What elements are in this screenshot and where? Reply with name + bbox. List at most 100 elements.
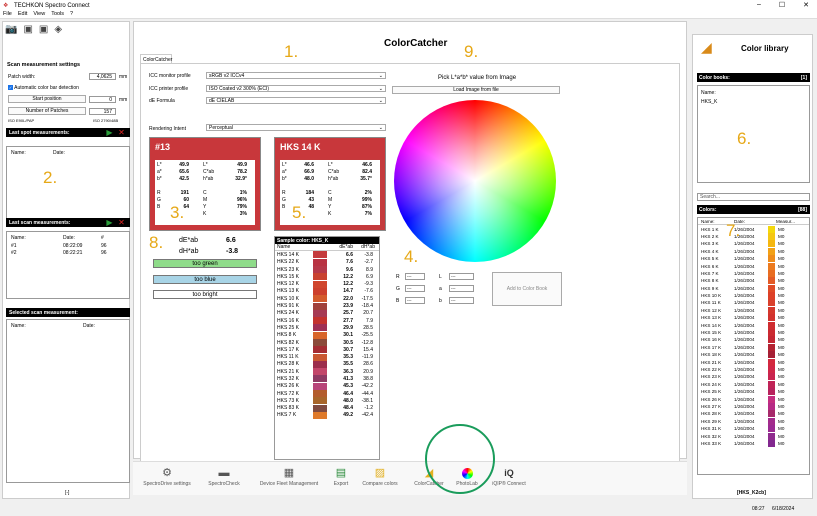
rendering-select[interactable]: Perceptual ⌄ — [206, 124, 386, 131]
list-item[interactable]: HKS 16 K 1/26/2004 M0 — [698, 336, 809, 344]
device-tab-3-icon[interactable]: ▣ — [39, 24, 48, 35]
table-row[interactable]: HKS 17 K 30.7 15.4 — [275, 346, 379, 354]
list-item[interactable]: HKS 31 K 1/26/2004 M0 — [698, 425, 809, 433]
table-row[interactable]: HKS 72 K 46.4 -44.4 — [275, 390, 379, 398]
table-row[interactable]: HKS 28 K 35.5 28.6 — [275, 360, 379, 368]
table-row[interactable]: HKS 91 K 23.9 -18.4 — [275, 302, 379, 310]
icc-printer-select[interactable]: ISO Coated v2 300% (ECI) ⌄ — [206, 85, 386, 92]
table-row[interactable]: HKS 16 K 27.7 7.9 — [275, 317, 379, 325]
delete-icon[interactable]: ✕ — [117, 219, 126, 228]
auto-color-bar-checkbox[interactable]: ✓ — [8, 85, 13, 90]
list-item[interactable]: HKS 7 K 1/26/2004 M0 — [698, 269, 809, 277]
table-row[interactable]: HKS 14 K 6.6 -3.8 — [275, 251, 379, 259]
device-tab-4-icon[interactable]: ◈ — [54, 24, 62, 35]
list-item[interactable]: HKS 33 K 1/26/2004 M0 — [698, 439, 809, 447]
icc-monitor-select[interactable]: sRGB v2 ICCv4 ⌄ — [206, 72, 386, 79]
device-tab-2-icon[interactable]: ▣ — [23, 24, 32, 35]
list-item[interactable]: HKS 27 K 1/26/2004 M0 — [698, 402, 809, 410]
device-tab-1-icon[interactable]: 📷 — [5, 24, 17, 35]
table-row[interactable]: HKS 8 K 30.1 -25.5 — [275, 331, 379, 339]
delete-icon[interactable]: ✕ — [117, 129, 126, 138]
table-row[interactable]: HKS 73 K 48.0 -38.1 — [275, 397, 379, 405]
menu-edit[interactable]: Edit — [18, 11, 27, 18]
b-input[interactable]: --- — [405, 297, 425, 304]
load-image-button[interactable]: Load Image from file — [392, 86, 560, 94]
list-item[interactable]: HKS 12 K 1/26/2004 M0 — [698, 306, 809, 314]
list-item[interactable]: HKS 21 K 1/26/2004 M0 — [698, 358, 809, 366]
maximize-button[interactable]: ☐ — [779, 1, 785, 9]
list-item[interactable]: HKS 3 K 1/26/2004 M0 — [698, 240, 809, 248]
table-row[interactable]: HKS 15 K 12.2 6.9 — [275, 273, 379, 281]
color-date: 1/26/2004 — [734, 352, 755, 358]
list-item[interactable]: HKS 1 K 1/26/2004 M0 — [698, 225, 809, 233]
list-item[interactable]: HKS 29 K 1/26/2004 M0 — [698, 417, 809, 425]
table-row[interactable]: HKS 24 K 25.7 20.7 — [275, 309, 379, 317]
tab-colorcatcher[interactable]: ColorCatcher — [140, 54, 172, 63]
table-row[interactable]: #1 08:22:09 96 — [11, 243, 121, 250]
g-input[interactable]: --- — [405, 285, 425, 292]
close-button[interactable]: ✕ — [803, 1, 809, 9]
list-item[interactable]: HKS 23 K 1/26/2004 M0 — [698, 373, 809, 381]
compare-colors-button[interactable]: ▨ Compare colors — [357, 465, 403, 487]
collapse-toggle[interactable]: [-] — [65, 490, 69, 496]
list-item[interactable]: HKS 10 K 1/26/2004 M0 — [698, 292, 809, 300]
list-item[interactable]: HKS 9 K 1/26/2004 M0 — [698, 284, 809, 292]
l-input[interactable]: --- — [449, 273, 474, 280]
export-button[interactable]: ▤ Export — [329, 465, 353, 487]
num-patches-input[interactable]: 157 — [89, 108, 116, 115]
device-fleet-button[interactable]: ▦ Device Fleet Management — [251, 465, 327, 487]
table-row[interactable]: HKS 11 K 35.3 -11.9 — [275, 353, 379, 361]
table-row[interactable]: HKS 12 K 12.2 -9.3 — [275, 280, 379, 288]
r-input[interactable]: --- — [405, 273, 425, 280]
start-position-button[interactable]: Start position — [8, 95, 86, 103]
start-position-input[interactable]: 0 — [89, 96, 116, 103]
play-icon[interactable]: ▶ — [105, 219, 114, 228]
list-item[interactable]: HKS 18 K 1/26/2004 M0 — [698, 351, 809, 359]
minimize-button[interactable]: – — [757, 1, 761, 9]
table-row[interactable]: HKS 82 K 30.5 -12.8 — [275, 339, 379, 346]
table-row[interactable]: HKS 26 K 45.3 -42.2 — [275, 382, 379, 390]
table-row[interactable]: HKS 22 K 7.6 -2.7 — [275, 258, 379, 266]
a-input[interactable]: --- — [449, 285, 474, 292]
menu-file[interactable]: File — [3, 11, 12, 18]
menu-view[interactable]: View — [33, 11, 45, 18]
table-row[interactable]: HKS 13 K 14.7 -7.6 — [275, 287, 379, 295]
search-input[interactable]: Search... — [697, 193, 810, 201]
list-item[interactable]: HKS 25 K 1/26/2004 M0 — [698, 388, 809, 396]
list-item[interactable]: HKS 8 K 1/26/2004 M0 — [698, 277, 809, 285]
list-item[interactable]: HKS 28 K 1/26/2004 M0 — [698, 410, 809, 418]
table-row[interactable]: HKS 23 K 9.6 8.9 — [275, 266, 379, 274]
spectrocheck-button[interactable]: ▬ SpectroCheck — [200, 465, 248, 487]
list-item[interactable]: HKS 32 K 1/26/2004 M0 — [698, 432, 809, 440]
patch-width-input[interactable]: 4,0625 — [89, 73, 116, 80]
list-item[interactable]: HKS 26 K 1/26/2004 M0 — [698, 395, 809, 403]
table-row[interactable]: HKS 83 K 48.4 -1.2 — [275, 404, 379, 412]
list-item[interactable]: HKS 13 K 1/26/2004 M0 — [698, 314, 809, 322]
list-item[interactable]: HKS 5 K 1/26/2004 M0 — [698, 255, 809, 263]
table-row[interactable]: HKS 25 K 29.9 28.5 — [275, 324, 379, 332]
list-item[interactable]: HKS 17 K 1/26/2004 M0 — [698, 343, 809, 351]
de-formula-select[interactable]: dE CIELAB ⌄ — [206, 97, 386, 104]
table-row[interactable]: HKS 32 K 41.3 38.8 — [275, 375, 379, 383]
table-row[interactable]: HKS 10 K 22.0 -17.5 — [275, 295, 379, 303]
list-item[interactable]: HKS 24 K 1/26/2004 M0 — [698, 380, 809, 388]
color-wheel[interactable] — [394, 100, 556, 262]
list-item[interactable]: HKS 4 K 1/26/2004 M0 — [698, 247, 809, 255]
book-item[interactable]: HKS_K — [701, 99, 717, 105]
table-row[interactable]: HKS 21 K 36.3 20.9 — [275, 368, 379, 376]
table-row[interactable]: #2 08:22:21 96 — [11, 250, 121, 257]
menu-help[interactable]: ? — [70, 11, 73, 18]
add-to-colorbook-button[interactable]: Add to Color Book — [492, 272, 562, 306]
lab-b-input[interactable]: --- — [449, 297, 474, 304]
list-item[interactable]: HKS 15 K 1/26/2004 M0 — [698, 329, 809, 337]
table-row[interactable]: HKS 7 K 49.2 -42.4 — [275, 411, 379, 419]
play-icon[interactable]: ▶ — [105, 129, 114, 138]
menu-tools[interactable]: Tools — [51, 11, 64, 18]
list-item[interactable]: HKS 22 K 1/26/2004 M0 — [698, 366, 809, 373]
list-item[interactable]: HKS 2 K 1/26/2004 M0 — [698, 232, 809, 240]
spectrodrive-settings-button[interactable]: ⚙ SpectroDrive settings — [138, 465, 196, 487]
list-item[interactable]: HKS 11 K 1/26/2004 M0 — [698, 299, 809, 307]
list-item[interactable]: HKS 14 K 1/26/2004 M0 — [698, 321, 809, 329]
num-patches-button[interactable]: Number of Patches — [8, 107, 86, 115]
list-item[interactable]: HKS 6 K 1/26/2004 M0 — [698, 262, 809, 270]
